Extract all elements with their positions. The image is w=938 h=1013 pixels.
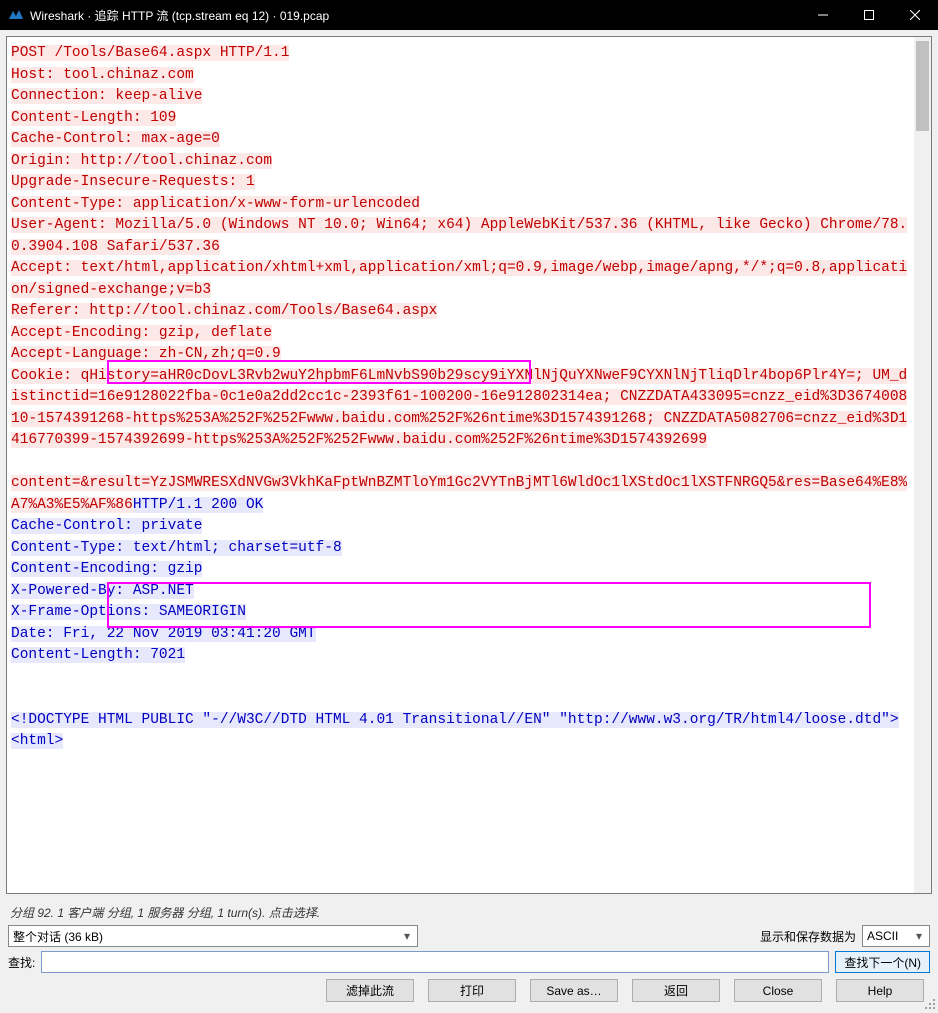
- stream-content[interactable]: POST /Tools/Base64.aspx HTTP/1.1 Host: t…: [7, 37, 914, 759]
- titlebar: Wireshark · 追踪 HTTP 流 (tcp.stream eq 12)…: [0, 0, 938, 30]
- footer-panel: 分组 92. 1 客户端 分组, 1 服务器 分组, 1 turn(s). 点击…: [0, 900, 938, 1012]
- find-label: 查找:: [8, 954, 35, 971]
- content-area: POST /Tools/Base64.aspx HTTP/1.1 Host: t…: [0, 30, 938, 900]
- chevron-down-icon: ▾: [911, 928, 927, 944]
- filter-stream-button[interactable]: 滤掉此流: [326, 979, 414, 1002]
- chevron-down-icon: ▾: [399, 928, 415, 944]
- encoding-select[interactable]: ASCII ▾: [862, 925, 930, 947]
- stream-text-box[interactable]: POST /Tools/Base64.aspx HTTP/1.1 Host: t…: [6, 36, 932, 894]
- print-button[interactable]: 打印: [428, 979, 516, 1002]
- maximize-button[interactable]: [846, 0, 892, 30]
- conversation-select[interactable]: 整个对话 (36 kB) ▾: [8, 925, 418, 947]
- close-button[interactable]: [892, 0, 938, 30]
- encoding-select-value: ASCII: [867, 929, 898, 943]
- resize-grip[interactable]: [922, 996, 936, 1010]
- help-button[interactable]: Help: [836, 979, 924, 1002]
- back-button[interactable]: 返回: [632, 979, 720, 1002]
- window-title: Wireshark · 追踪 HTTP 流 (tcp.stream eq 12)…: [30, 7, 800, 24]
- status-line: 分组 92. 1 客户端 分组, 1 服务器 分组, 1 turn(s). 点击…: [8, 904, 930, 921]
- display-as-label: 显示和保存数据为: [760, 928, 856, 945]
- close-dialog-button[interactable]: Close: [734, 979, 822, 1002]
- scrollbar-thumb[interactable]: [916, 41, 929, 131]
- conversation-select-value: 整个对话 (36 kB): [13, 928, 103, 945]
- find-next-button[interactable]: 查找下一个(N): [835, 951, 930, 973]
- wireshark-icon: [8, 7, 24, 23]
- minimize-button[interactable]: [800, 0, 846, 30]
- save-as-button[interactable]: Save as…: [530, 979, 618, 1002]
- vertical-scrollbar[interactable]: [914, 37, 931, 893]
- find-input[interactable]: [41, 951, 829, 973]
